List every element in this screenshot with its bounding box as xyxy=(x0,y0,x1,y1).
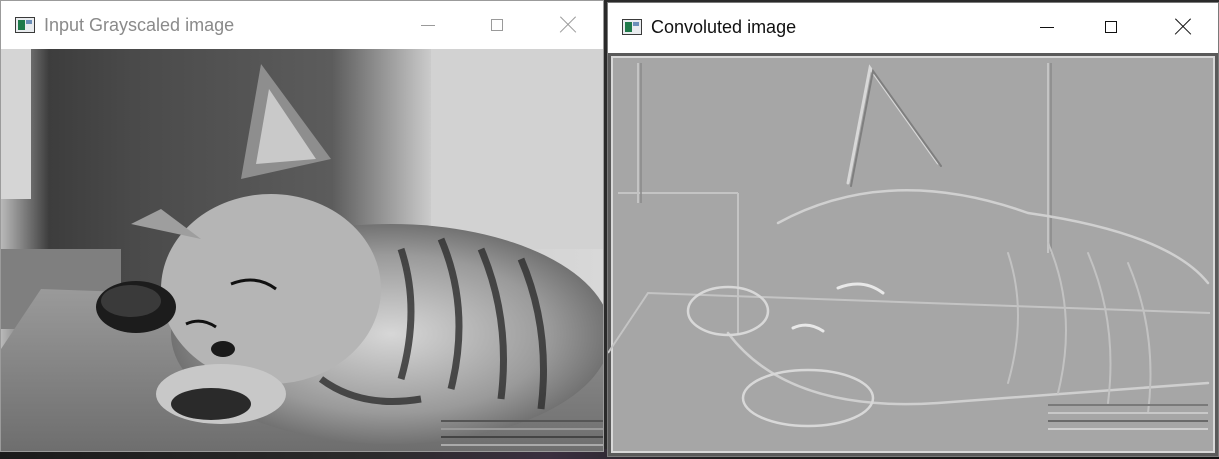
app-image-icon xyxy=(15,17,35,33)
close-button[interactable] xyxy=(1160,3,1206,51)
convoluted-image-canvas xyxy=(608,53,1218,456)
minimize-icon xyxy=(421,24,435,26)
window-title: Input Grayscaled image xyxy=(44,14,235,35)
grayscale-kitten-image xyxy=(1,49,603,451)
minimize-button[interactable] xyxy=(1024,3,1070,51)
titlebar[interactable]: Convoluted image xyxy=(608,3,1218,51)
window-title: Convoluted image xyxy=(651,16,797,37)
titlebar[interactable]: Input Grayscaled image xyxy=(1,1,603,49)
convoluted-kitten-image xyxy=(608,53,1218,456)
close-icon xyxy=(1175,19,1191,35)
window-input-grayscale[interactable]: Input Grayscaled image xyxy=(0,0,604,452)
close-button[interactable] xyxy=(545,1,591,49)
app-image-icon xyxy=(622,19,642,35)
window-convoluted[interactable]: Convoluted image xyxy=(607,2,1219,457)
grayscale-image-canvas xyxy=(1,49,603,451)
maximize-button[interactable] xyxy=(474,1,520,49)
close-icon xyxy=(560,17,576,33)
maximize-button[interactable] xyxy=(1088,3,1134,51)
minimize-button[interactable] xyxy=(405,1,451,49)
maximize-icon xyxy=(491,19,503,31)
maximize-icon xyxy=(1105,21,1117,33)
minimize-icon xyxy=(1040,26,1054,28)
